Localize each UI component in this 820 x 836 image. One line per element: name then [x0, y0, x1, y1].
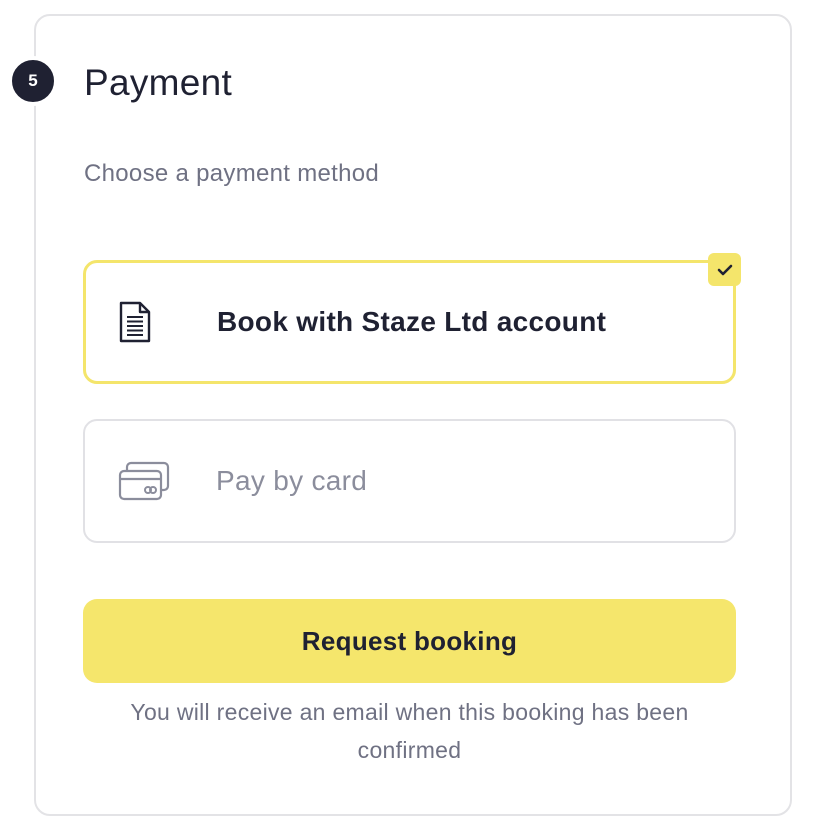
document-icon — [118, 300, 152, 344]
payment-method-prompt: Choose a payment method — [84, 160, 380, 187]
checkmark-icon — [708, 253, 741, 286]
step-number: 5 — [28, 71, 38, 90]
payment-option-card[interactable]: Pay by card — [83, 419, 736, 543]
confirmation-note: You will receive an email when this book… — [130, 699, 689, 763]
step-number-badge: 5 — [8, 56, 58, 106]
payment-option-company-account[interactable]: Book with Staze Ltd account — [83, 253, 741, 384]
request-booking-button[interactable]: Request booking — [83, 599, 736, 683]
section-title: Payment — [84, 62, 233, 103]
payment-option-label: Book with Staze Ltd account — [217, 306, 607, 337]
credit-card-icon — [117, 460, 171, 502]
payment-option-label: Pay by card — [216, 465, 368, 496]
